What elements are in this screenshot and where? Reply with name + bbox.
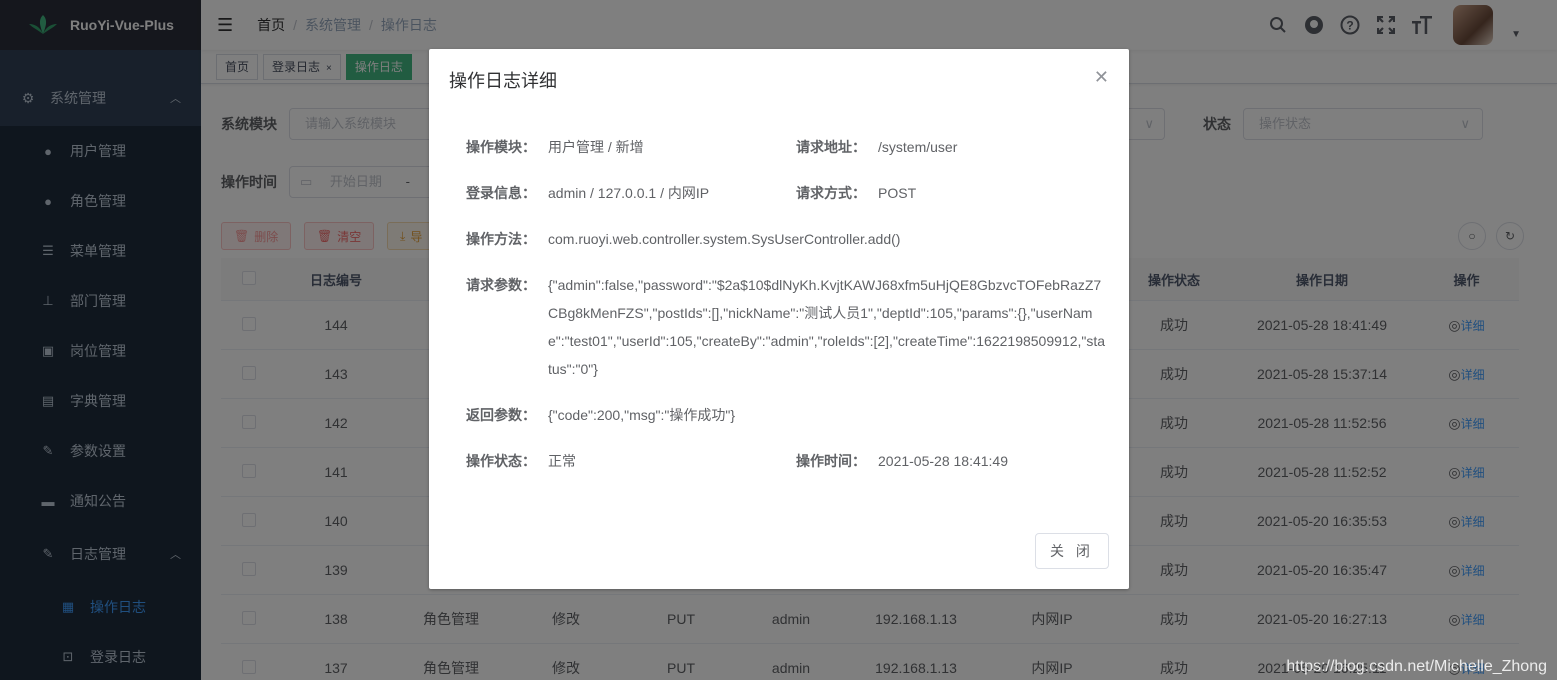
- watermark: https://blog.csdn.net/Michelle_Zhong: [1286, 658, 1547, 675]
- close-button[interactable]: 关 闭: [1035, 533, 1109, 569]
- operlog-detail-dialog: 操作日志详细 ✕ 操作模块： 用户管理 / 新增 请求地址： /system/u…: [429, 49, 1129, 589]
- detail-label: 操作模块：: [466, 139, 536, 155]
- detail-params: 请求参数： {"admin":false,"password":"$2a$10$…: [466, 271, 1108, 383]
- detail-method: 操作方法： com.ruoyi.web.controller.system.Sy…: [466, 225, 900, 253]
- detail-login: 登录信息： admin / 127.0.0.1 / 内网IP 请求方式： POS…: [466, 179, 916, 207]
- detail-label: 请求地址：: [796, 139, 866, 155]
- detail-module: 操作模块： 用户管理 / 新增 请求地址： /system/user: [466, 133, 957, 161]
- detail-label: 返回参数：: [466, 407, 536, 423]
- detail-label: 请求方式：: [796, 185, 866, 201]
- detail-label: 操作方法：: [466, 231, 536, 247]
- detail-value: com.ruoyi.web.controller.system.SysUserC…: [548, 231, 901, 247]
- detail-label: 操作时间：: [796, 453, 866, 469]
- detail-value: 正常: [548, 453, 576, 469]
- detail-value: 2021-05-28 18:41:49: [878, 453, 1008, 469]
- detail-label: 请求参数：: [466, 277, 536, 293]
- close-icon[interactable]: ✕: [1094, 67, 1109, 88]
- detail-value: /system/user: [878, 139, 958, 155]
- detail-result: 返回参数： {"code":200,"msg":"操作成功"}: [466, 401, 735, 429]
- detail-value: {"code":200,"msg":"操作成功"}: [548, 407, 736, 423]
- detail-label: 登录信息：: [466, 185, 536, 201]
- detail-value: admin / 127.0.0.1 / 内网IP: [548, 185, 710, 201]
- dialog-title: 操作日志详细: [449, 71, 557, 91]
- detail-value: 用户管理 / 新增: [548, 139, 644, 155]
- detail-label: 操作状态：: [466, 453, 536, 469]
- detail-status: 操作状态： 正常 操作时间： 2021-05-28 18:41:49: [466, 447, 1008, 475]
- detail-value: {"admin":false,"password":"$2a$10$dlNyKh…: [548, 277, 1106, 377]
- detail-value: POST: [878, 185, 917, 201]
